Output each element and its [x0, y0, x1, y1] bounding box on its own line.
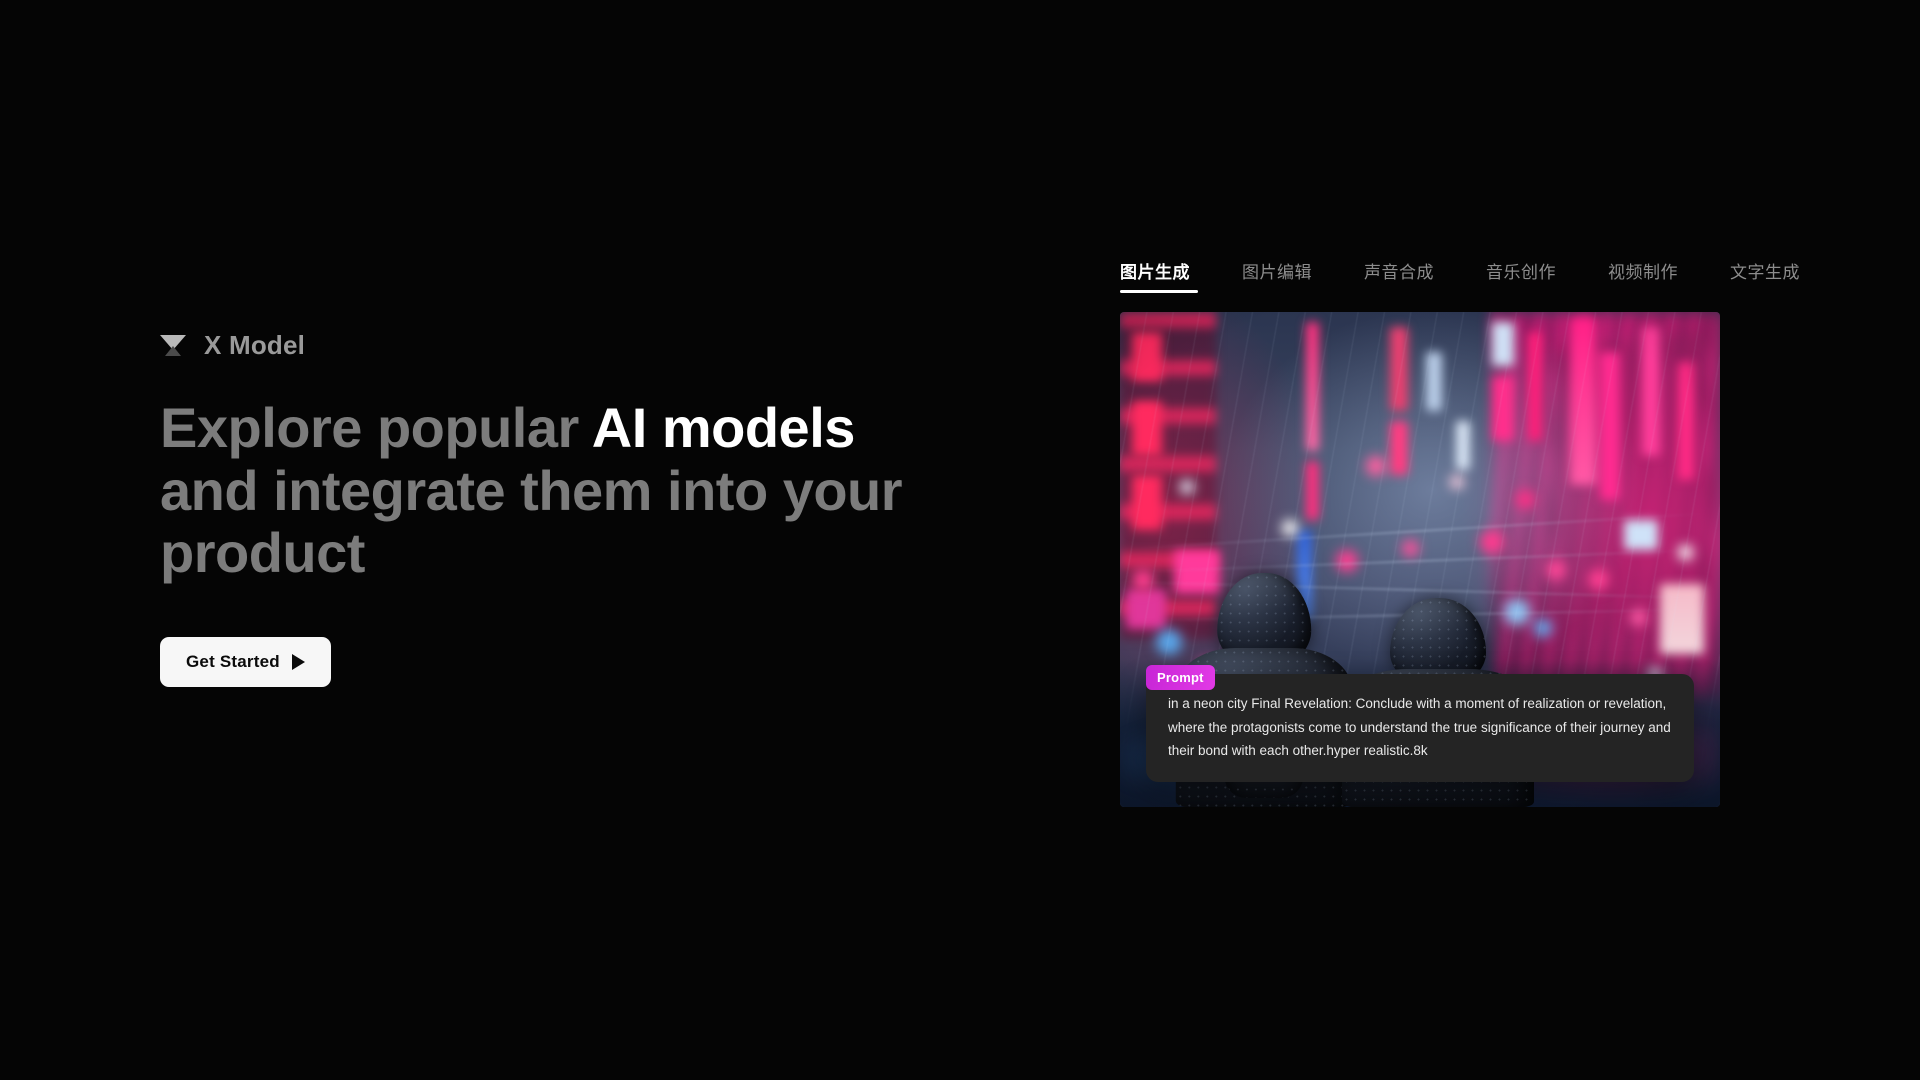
tab-voice-synthesis[interactable]: 声音合成 [1364, 258, 1460, 293]
brand-lockup: X Model [160, 330, 980, 361]
prompt-panel: in a neon city Final Revelation: Conclud… [1146, 674, 1694, 782]
prompt-badge[interactable]: Prompt [1146, 665, 1215, 690]
preview-card[interactable]: Prompt in a neon city Final Revelation: … [1120, 312, 1720, 807]
play-triangle-icon [291, 654, 305, 671]
prompt-text: in a neon city Final Revelation: Conclud… [1168, 696, 1671, 758]
page-title: Explore popular AI models and integrate … [160, 396, 950, 585]
brand-name: X Model [204, 330, 306, 360]
hero-section: X Model Explore popular AI models and in… [160, 330, 980, 688]
tab-image-editing[interactable]: 图片编辑 [1242, 258, 1338, 293]
headline-highlight: AI models [591, 396, 856, 459]
preview-section: 图片生成 图片编辑 声音合成 音乐创作 视频制作 文字生成 Prompt in … [1120, 258, 1800, 807]
get-started-button[interactable]: Get Started [160, 637, 331, 688]
tab-text-generation[interactable]: 文字生成 [1730, 258, 1800, 293]
get-started-label: Get Started [186, 652, 280, 672]
tab-music-creation[interactable]: 音乐创作 [1486, 258, 1582, 293]
landing-page: X Model Explore popular AI models and in… [0, 0, 1920, 1080]
tab-video-production[interactable]: 视频制作 [1608, 258, 1704, 293]
headline-part-1: Explore popular [160, 396, 592, 459]
category-tabs: 图片生成 图片编辑 声音合成 音乐创作 视频制作 文字生成 [1120, 258, 1800, 293]
triangle-down-logo-icon [160, 333, 186, 359]
headline-part-2: and integrate them into your product [160, 458, 903, 585]
tab-image-generation[interactable]: 图片生成 [1120, 258, 1216, 293]
